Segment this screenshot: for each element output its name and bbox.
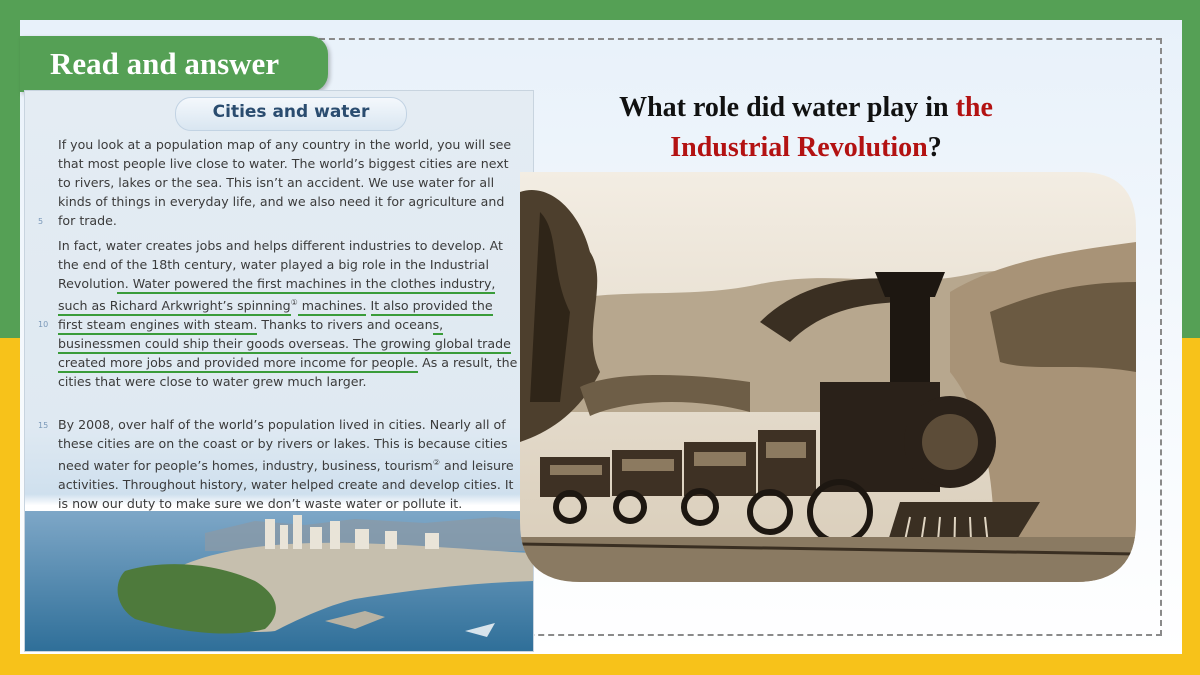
question-part: ? xyxy=(927,132,942,163)
footnote-mark: ① xyxy=(290,298,298,307)
line-number: 15 xyxy=(38,421,49,430)
line-number: 5 xyxy=(38,217,44,226)
text-run: Thanks to rivers and ocean xyxy=(257,317,433,333)
section-tag-label: Read and answer xyxy=(50,46,280,81)
textbook-title-box: Cities and water xyxy=(175,97,407,131)
footnote-mark: ② xyxy=(432,458,440,467)
question-highlight: Industrial Revolution xyxy=(670,132,928,163)
coastal-city-photo xyxy=(25,511,533,651)
textbook-title: Cities and water xyxy=(212,102,370,122)
steam-train-image xyxy=(520,172,1136,582)
question-text: What role did water play in the Industri… xyxy=(560,88,1052,168)
line-number: 10 xyxy=(38,320,49,329)
paragraph-3: By 2008, over half of the world’s popula… xyxy=(58,415,518,513)
underlined-text: machines. xyxy=(297,298,367,317)
paragraph-2: In fact, water creates jobs and helps di… xyxy=(58,236,518,391)
textbook-page: Cities and water If you look at a popula… xyxy=(24,90,534,652)
question-highlight: the xyxy=(955,92,993,123)
paragraph-1: If you look at a population map of any c… xyxy=(58,137,512,228)
question-part: What role did water play in xyxy=(619,92,956,123)
